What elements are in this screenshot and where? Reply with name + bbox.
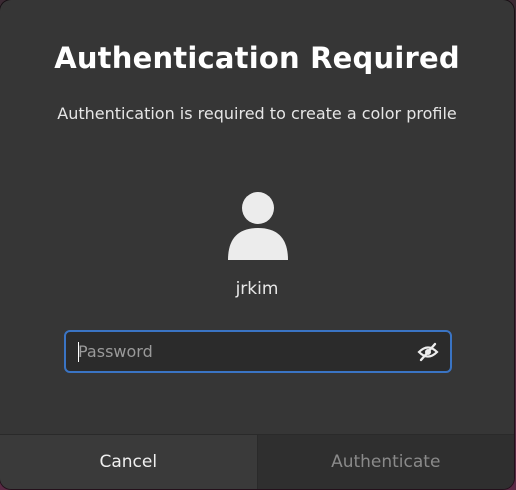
cancel-button[interactable]: Cancel (0, 435, 258, 489)
user-avatar-icon (225, 190, 291, 262)
username-label: jrkim (235, 279, 279, 299)
dialog-button-bar: Cancel Authenticate (0, 434, 514, 489)
text-cursor (78, 342, 79, 362)
eye-slash-icon[interactable] (417, 341, 439, 363)
password-input[interactable] (78, 332, 408, 371)
dialog-message: Authentication is required to create a c… (57, 104, 457, 123)
dialog-title: Authentication Required (54, 41, 460, 75)
password-field[interactable] (64, 330, 452, 373)
authentication-dialog: Authentication Required Authentication i… (0, 0, 514, 489)
authenticate-button[interactable]: Authenticate (257, 435, 514, 489)
